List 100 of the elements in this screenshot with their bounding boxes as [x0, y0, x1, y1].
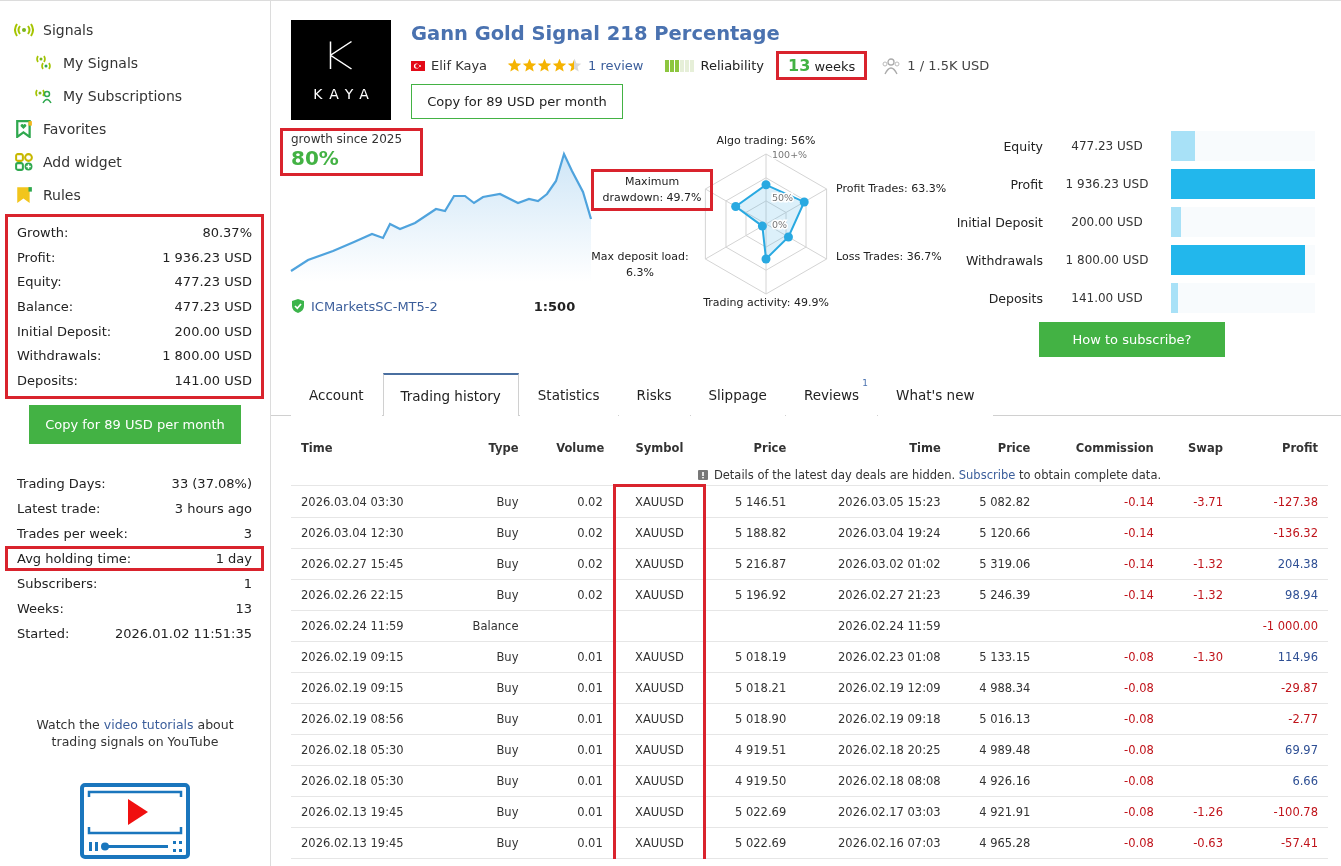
close-price-cell: 4 926.16 [979, 774, 1031, 788]
open-time-cell: 2026.03.04 03:30 [301, 494, 404, 509]
video-player-icon [80, 782, 190, 859]
tick-label: 100+% [772, 149, 808, 160]
info-label: Trades per week: [17, 525, 128, 541]
people-icon [881, 56, 902, 75]
type-cell: Buy [496, 774, 519, 788]
symbol-cell: XAUUSD [635, 495, 684, 509]
info-label: Started: [17, 625, 70, 641]
commission-cell: -0.14 [1124, 526, 1154, 540]
open-time-cell: 2026.02.26 22:15 [301, 588, 404, 602]
copy-button[interactable]: Copy for 89 USD per month [411, 84, 623, 119]
close-price-cell: 4 921.91 [979, 805, 1031, 819]
growth-value: 80% [291, 146, 340, 170]
nav-item[interactable]: Favorites [14, 112, 270, 145]
open-price-cell: 5 216.87 [735, 557, 787, 571]
type-cell: Buy [496, 805, 519, 819]
nav-item[interactable]: My Signals [14, 46, 270, 79]
commission-cell: -0.08 [1124, 743, 1154, 757]
symbol-cell: XAUUSD [635, 650, 684, 664]
symbol-cell: XAUUSD [635, 836, 684, 850]
growth-label: growth since 2025 [291, 132, 403, 146]
close-time-cell: 2026.02.18 08:08 [838, 774, 941, 788]
stat-value: 1 936.23 USD [162, 249, 252, 265]
type-cell: Buy [496, 526, 519, 540]
info-value: 3 hours ago [174, 500, 252, 516]
close-price-cell: 4 988.34 [979, 681, 1031, 695]
balance-label: Withdrawals [965, 252, 1043, 268]
profit-cell: -136.32 [1273, 526, 1318, 540]
open-time-cell: 2026.02.19 08:56 [301, 712, 404, 726]
subscribers-count: 1 / 1.5K USD [907, 58, 990, 73]
column-header: Price [752, 440, 788, 457]
close-time-cell: 2026.02.24 11:59 [838, 619, 941, 633]
column-header: Time [908, 440, 942, 457]
close-time-cell: 2026.02.17 03:03 [838, 805, 941, 819]
volume-cell: 0.01 [577, 743, 603, 757]
info-label: Avg holding time: [17, 550, 132, 566]
balance-label: Initial Deposit [955, 214, 1043, 230]
swap-cell: -1.26 [1193, 805, 1223, 819]
reviews-link[interactable]: 1 review [588, 58, 644, 73]
commission-cell: -0.14 [1124, 494, 1154, 509]
swap-cell: -1.32 [1193, 588, 1223, 602]
close-time-cell: 2026.02.27 21:23 [838, 588, 941, 602]
radar-axis-label: Maximum drawdown: 49.7% [591, 169, 713, 211]
radar-axis-label: Loss Trades: 36.7% [835, 249, 943, 265]
profit-cell: -127.38 [1273, 494, 1318, 509]
nav-item[interactable]: Rules [14, 178, 270, 211]
commission-cell: -0.08 [1124, 650, 1154, 664]
open-time-cell: 2026.02.19 09:15 [301, 650, 404, 664]
close-time-cell: 2026.02.19 12:09 [838, 681, 941, 695]
open-time-cell: 2026.02.27 15:45 [301, 557, 404, 571]
open-time-cell: 2026.02.13 19:45 [301, 836, 404, 850]
commission-cell: -0.08 [1124, 805, 1154, 819]
volume-cell: 0.02 [577, 588, 603, 602]
close-time-cell: 2026.03.05 15:23 [838, 494, 941, 509]
info-value: 1 [243, 575, 252, 591]
open-price-cell: 5 018.90 [735, 712, 787, 726]
type-cell: Buy [496, 743, 519, 757]
stat-value: 80.37% [202, 224, 252, 240]
symbol-cell: XAUUSD [635, 557, 684, 571]
subscribe-link[interactable]: Subscribe [958, 467, 1016, 482]
video-tutorials-link[interactable]: video tutorials [103, 716, 194, 732]
bookmark-icon [14, 185, 34, 204]
open-price-cell: 5 018.19 [735, 650, 787, 664]
volume-cell: 0.02 [577, 494, 603, 509]
swap-cell: -1.30 [1193, 650, 1223, 664]
volume-cell: 0.01 [577, 712, 603, 726]
signal-title[interactable]: Gann Gold Signal 218 Percentage [411, 22, 780, 45]
open-price-cell: 5 196.92 [735, 588, 787, 602]
broker-link[interactable]: ICMarketsSC-MT5-2 [311, 298, 438, 314]
nav-item[interactable]: Signals [14, 13, 270, 46]
swap-cell: -1.32 [1193, 557, 1223, 571]
tab[interactable]: Trading history [382, 373, 519, 416]
open-price-cell: 5 018.21 [735, 681, 787, 695]
close-time-cell: 2026.03.02 01:02 [838, 557, 941, 571]
column-header: Swap [1187, 440, 1224, 457]
open-price-cell: 5 022.69 [735, 836, 787, 850]
nav-item[interactable]: Add widget [14, 145, 270, 178]
type-cell: Buy [496, 494, 519, 509]
type-cell: Buy [496, 681, 519, 695]
commission-cell: -0.08 [1124, 712, 1154, 726]
radar-axis-label: Max deposit load: 6.3% [590, 249, 690, 281]
open-time-cell: 2026.03.04 12:30 [301, 526, 404, 540]
balance-label: Equity [1002, 138, 1043, 154]
type-cell: Buy [496, 836, 519, 850]
profit-cell: 204.38 [1277, 557, 1318, 571]
symbol-cell: XAUUSD [635, 588, 684, 602]
profit-cell: 98.94 [1285, 588, 1318, 602]
author-name[interactable]: Elif Kaya [431, 58, 488, 73]
profit-cell: 114.96 [1277, 650, 1318, 664]
nav-item[interactable]: My Subscriptions [14, 79, 270, 112]
symbol-cell: XAUUSD [635, 526, 684, 540]
info-value: 2026.01.02 11:51:35 [115, 625, 252, 641]
open-time-cell: 2026.02.13 19:45 [301, 805, 404, 819]
volume-cell: 0.01 [577, 774, 603, 788]
notice-icon [697, 469, 708, 480]
reliability-label: Reliability [700, 58, 764, 73]
swap-cell: -3.71 [1193, 494, 1223, 509]
volume-cell: 0.01 [577, 836, 603, 850]
close-time-cell: 2026.02.23 01:08 [838, 650, 941, 664]
